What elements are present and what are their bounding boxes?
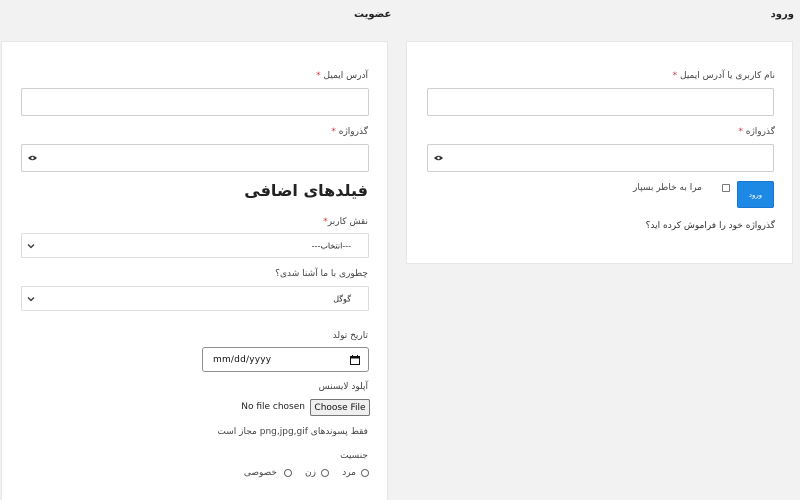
role-select[interactable]: ---انتخاب--- [21,233,369,258]
source-label: چطوری با ما آشنا شدی؟ [275,269,368,279]
login-submit-button[interactable]: ورود [737,181,774,208]
birthdate-label: تاریخ تولد [332,331,368,341]
file-status: No file chosen [241,402,305,412]
login-password-label: گذرواژه * [738,127,775,137]
register-password-label: گذرواژه * [331,127,368,137]
chevron-down-icon [27,243,35,248]
source-select[interactable]: گوگل [21,286,369,311]
gender-option-private: خصوصی [243,468,277,478]
login-password-input[interactable] [427,144,774,172]
eye-icon[interactable] [434,155,443,161]
remember-label: مرا به خاطر بسپار [633,183,702,193]
license-label: آپلود لایسنس [318,382,368,392]
gender-radio-female[interactable] [321,469,329,477]
username-label: نام کاربری یا آدرس ایمیل * [672,71,775,81]
gender-radio-private[interactable] [284,469,292,477]
file-hint: فقط پسوندهای png,jpg,gif مجاز است [217,427,368,437]
register-heading: عضویت [354,9,392,20]
required-mark: * [738,127,743,137]
login-panel: نام کاربری یا آدرس ایمیل * گذرواژه * مرا… [406,41,793,264]
required-mark: * [331,127,336,137]
eye-icon[interactable] [28,155,37,161]
chevron-down-icon [27,296,35,301]
role-label: نقش کاربر* [323,217,368,227]
birthdate-placeholder: mm/dd/yyyy [213,354,272,365]
email-input[interactable] [21,88,369,116]
forgot-password-link[interactable]: گذرواژه خود را فراموش کرده اید؟ [646,221,775,231]
remember-checkbox[interactable] [722,184,730,192]
choose-file-button[interactable]: Choose File [310,399,370,416]
required-mark: * [672,71,678,81]
username-input[interactable] [427,88,774,116]
email-label: آدرس ایمیل * [316,71,368,81]
birthdate-input[interactable]: mm/dd/yyyy [202,347,369,372]
register-password-input[interactable] [21,144,369,172]
required-mark: * [316,71,321,81]
source-select-value: گوگل [333,294,351,303]
gender-option-male: مرد [342,468,356,478]
gender-radio-male[interactable] [361,469,369,477]
gender-option-female: زن [305,468,316,478]
calendar-icon[interactable] [350,354,360,365]
gender-label: جنسیت [340,451,368,461]
register-panel: آدرس ایمیل * گذرواژه * فیلدهای اضافی نقش… [1,41,388,500]
login-heading: ورود [770,9,794,20]
role-select-value: ---انتخاب--- [311,241,351,250]
extra-fields-title: فیلدهای اضافی [244,181,368,200]
